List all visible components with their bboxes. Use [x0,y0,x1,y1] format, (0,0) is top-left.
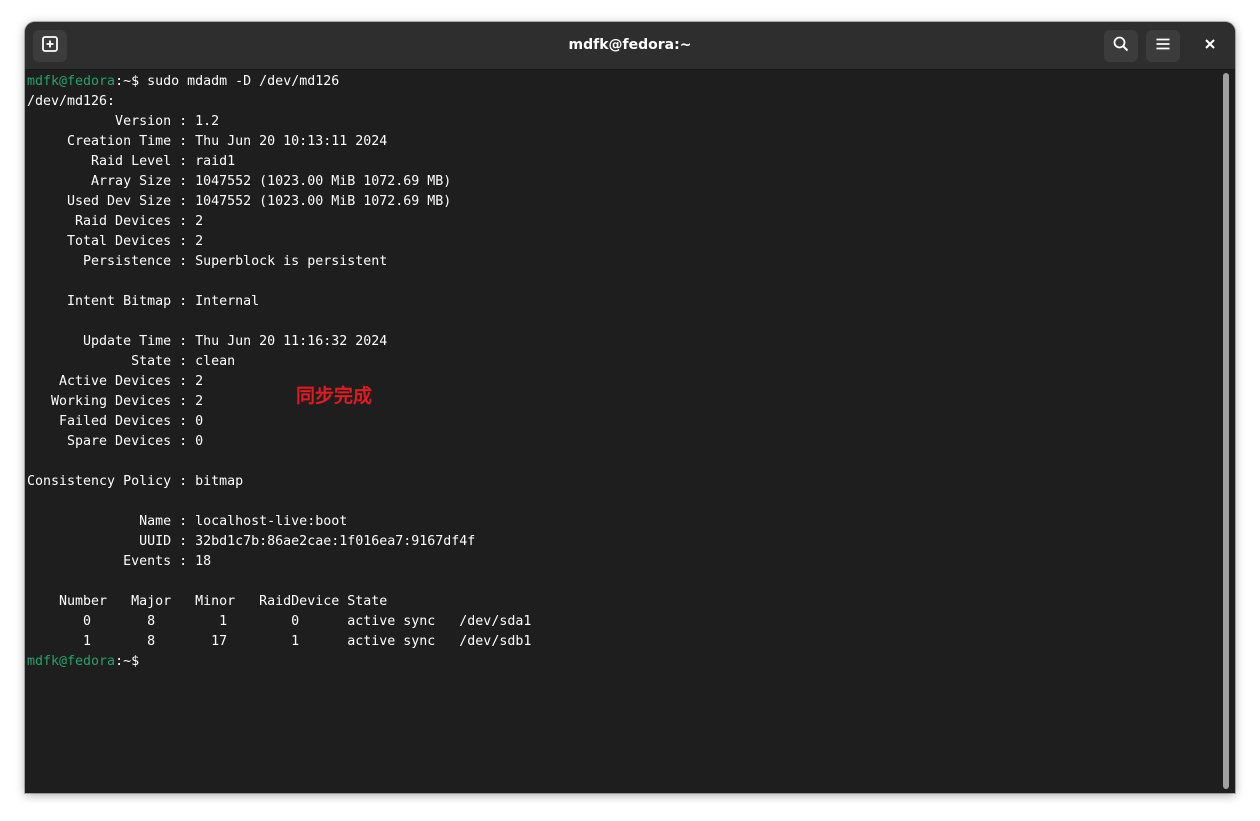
output-line: Total Devices : 2 [27,234,204,249]
output-line: Array Size : 1047552 (1023.00 MiB 1072.6… [27,174,452,189]
terminal-window: mdfk@fedora:~ mdfk@fedora:~$ sudo mdadm … [25,22,1235,793]
output-line: /dev/md126: [27,94,116,109]
output-line: Raid Devices : 2 [27,214,204,229]
output-line: Raid Level : raid1 [27,154,236,169]
magnifier-icon [1112,35,1130,58]
output-line: State : clean [27,354,236,369]
close-x-icon [1203,37,1217,56]
output-line: 1 8 17 1 active sync /dev/sdb1 [27,634,532,649]
output-line: Update Time : Thu Jun 20 11:16:32 2024 [27,334,388,349]
close-button[interactable] [1198,34,1222,58]
terminal-output-area[interactable]: mdfk@fedora:~$ sudo mdadm -D /dev/md126 … [25,70,1221,793]
output-line: Events : 18 [27,554,212,569]
command-output: /dev/md126: Version : 1.2 Creation Time … [27,92,1221,652]
title-bar[interactable]: mdfk@fedora:~ [25,22,1235,70]
sync-complete-annotation: 同步完成 [296,385,373,407]
command-text: sudo mdadm -D /dev/md126 [139,74,340,89]
output-line: Used Dev Size : 1047552 (1023.00 MiB 107… [27,194,452,209]
prompt-path: :~$ [115,654,140,669]
new-tab-button[interactable] [33,30,67,62]
output-line: 0 8 1 0 active sync /dev/sda1 [27,614,532,629]
prompt-user-host: mdfk@fedora [27,654,116,669]
main-menu-button[interactable] [1146,30,1180,62]
window-title: mdfk@fedora:~ [568,37,692,53]
command-line: mdfk@fedora:~$ sudo mdadm -D /dev/md126 [27,72,1221,92]
output-line: Intent Bitmap : Internal [27,294,260,309]
prompt-path: :~$ [115,74,140,89]
search-button[interactable] [1104,30,1138,62]
output-line: Consistency Policy : bitmap [27,474,244,489]
plus-square-icon [41,35,59,58]
output-line: Name : localhost-live:boot [27,514,348,529]
output-line: Active Devices : 2 [27,374,204,389]
output-line: Spare Devices : 0 [27,434,204,449]
output-line: Version : 1.2 [27,114,220,129]
output-line: Working Devices : 2 [27,394,204,409]
output-line: UUID : 32bd1c7b:86ae2cae:1f016ea7:9167df… [27,534,476,549]
output-line: Failed Devices : 0 [27,414,204,429]
prompt-user-host: mdfk@fedora [27,74,116,89]
hamburger-icon [1154,35,1172,58]
current-prompt-line: mdfk@fedora:~$ [27,652,1221,672]
vertical-scrollbar[interactable] [1223,73,1229,789]
output-line: Number Major Minor RaidDevice State [27,594,388,609]
output-line: Persistence : Superblock is persistent [27,254,388,269]
output-line: Creation Time : Thu Jun 20 10:13:11 2024 [27,134,388,149]
